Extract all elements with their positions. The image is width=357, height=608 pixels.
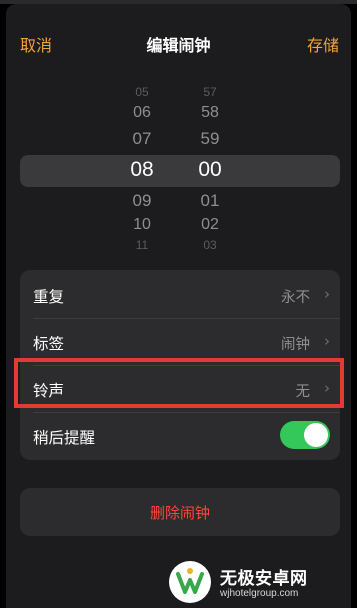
hour-option[interactable]: 07 [112, 129, 172, 149]
minute-option[interactable]: 59 [180, 129, 240, 149]
minute-option[interactable]: 02 [180, 216, 240, 234]
alarm-settings-group: 重复 永不 › 标签 闹钟 › 铃声 无 › 稍后提醒 [20, 270, 340, 460]
sound-label: 铃声 [33, 382, 65, 400]
edit-alarm-sheet: 取消 编辑闹钟 存储 05 06 07 08 09 10 11 57 58 59… [6, 4, 351, 608]
chevron-right-icon: › [324, 379, 330, 397]
hour-option[interactable]: 10 [112, 216, 172, 234]
minute-option[interactable]: 57 [180, 86, 240, 98]
watermark-text: 无极安卓网 [220, 569, 308, 589]
repeat-row[interactable]: 重复 永不 › [20, 272, 340, 318]
save-button[interactable]: 存储 [307, 32, 339, 56]
label-row[interactable]: 标签 闹钟 › [20, 319, 340, 365]
delete-alarm-button[interactable]: 删除闹钟 [20, 488, 340, 536]
label-value: 闹钟 [281, 337, 310, 353]
time-picker[interactable]: 05 06 07 08 09 10 11 57 58 59 00 01 02 0… [6, 84, 351, 254]
hour-option[interactable]: 06 [112, 104, 172, 122]
delete-alarm-label: 删除闹钟 [149, 504, 210, 522]
page-title: 编辑闹钟 [146, 36, 211, 55]
hour-option[interactable]: 11 [112, 239, 172, 251]
hour-wheel[interactable]: 05 06 07 08 09 10 11 [112, 84, 172, 254]
minute-option[interactable]: 58 [180, 104, 240, 122]
minute-option[interactable]: 01 [180, 191, 240, 211]
label-label: 标签 [33, 335, 65, 353]
chevron-right-icon: › [324, 285, 330, 303]
repeat-label: 重复 [33, 288, 65, 306]
watermark-logo-icon [169, 561, 211, 603]
repeat-value: 永不 [281, 290, 310, 306]
hour-option[interactable]: 09 [112, 191, 172, 211]
chevron-right-icon: › [324, 332, 330, 350]
snooze-toggle[interactable] [280, 421, 330, 449]
snooze-row: 稍后提醒 [20, 413, 340, 459]
snooze-label: 稍后提醒 [33, 429, 96, 447]
hour-option[interactable]: 05 [112, 86, 172, 98]
toggle-knob [304, 423, 328, 447]
sound-value: 无 [295, 384, 311, 400]
minute-option[interactable]: 03 [180, 239, 240, 251]
selected-minute[interactable]: 00 [180, 158, 240, 182]
watermark: 无极安卓网 wjhotelgroup.com [160, 556, 357, 608]
nav-bar: 取消 编辑闹钟 存储 [6, 4, 351, 78]
minute-wheel[interactable]: 57 58 59 00 01 02 03 [180, 84, 240, 254]
sound-row[interactable]: 铃声 无 › [20, 366, 340, 412]
selected-hour[interactable]: 08 [112, 158, 172, 182]
watermark-url: wjhotelgroup.com [220, 588, 299, 599]
